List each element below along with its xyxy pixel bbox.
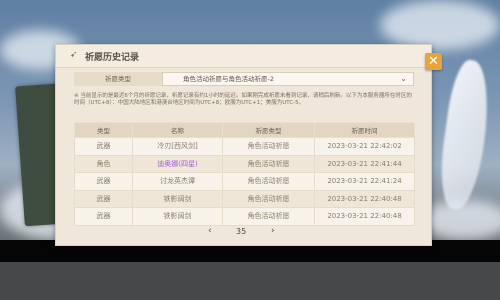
header-time: 祈愿时间 [314, 122, 415, 138]
dropdown-value: 角色活动祈愿与角色活动祈愿-2 [183, 75, 274, 83]
cell-type: 武器 [74, 207, 133, 226]
wish-history-dialog: ➹ 祈愿历史记录 祈愿类型 角色活动祈愿与角色活动祈愿-2 ⌄ ※ 当前显示的是… [55, 44, 432, 246]
wish-type-filter: 祈愿类型 角色活动祈愿与角色活动祈愿-2 ⌄ [74, 72, 414, 86]
table-row: 武器 冷刃[西风剑] 角色活动祈愿 2023-03-21 22:42:02 [74, 137, 415, 156]
header-type: 类型 [74, 122, 133, 138]
cell-type: 武器 [74, 172, 133, 191]
cell-wish-type: 角色活动祈愿 [222, 207, 315, 226]
dialog-title: 祈愿历史记录 [85, 53, 140, 63]
cell-wish-type: 角色活动祈愿 [222, 137, 315, 156]
cell-time: 2023-03-21 22:41:24 [314, 172, 415, 191]
cell-wish-type: 角色活动祈愿 [222, 154, 315, 173]
wish-history-table: 类型 名称 祈愿类型 祈愿时间 武器 冷刃[西风剑] 角色活动祈愿 2023-0… [74, 122, 415, 226]
header-wish-type: 祈愿类型 [222, 122, 315, 138]
chevron-down-icon: ⌄ [400, 74, 407, 83]
cell-wish-type: 角色活动祈愿 [222, 172, 315, 191]
feather-decoration [434, 57, 496, 213]
filter-label: 祈愿类型 [74, 72, 162, 86]
notice-text: ※ 当前显示的是最近6个月的祈愿记录，祈愿记录有约1小时的延迟。如果刚完成祈愿未… [74, 93, 412, 107]
cell-name: 迪奥娜(四星) [132, 154, 223, 173]
next-page-button[interactable]: › [271, 226, 275, 236]
bird-icon: ➹ [70, 50, 78, 60]
page-number: 35 [236, 227, 247, 236]
prev-page-button[interactable]: ‹ [208, 226, 212, 236]
bottom-band [0, 262, 500, 300]
dialog-header: ➹ 祈愿历史记录 [56, 45, 431, 68]
cell-name: 铁影阔剑 [132, 207, 223, 226]
table-row: 武器 铁影阔剑 角色活动祈愿 2023-03-21 22:40:48 [74, 189, 415, 208]
cell-time: 2023-03-21 22:40:48 [314, 189, 415, 208]
table-header-row: 类型 名称 祈愿类型 祈愿时间 [74, 122, 415, 138]
cell-type: 武器 [74, 137, 133, 156]
cell-type: 角色 [74, 154, 133, 173]
cell-wish-type: 角色活动祈愿 [222, 189, 315, 208]
table-row: 武器 讨龙英杰谭 角色活动祈愿 2023-03-21 22:41:24 [74, 172, 415, 191]
header-name: 名称 [132, 122, 223, 138]
pagination: ‹ 35 › [196, 226, 290, 240]
close-icon: ✕ [428, 54, 439, 69]
wish-type-dropdown[interactable]: 角色活动祈愿与角色活动祈愿-2 ⌄ [162, 72, 414, 86]
cell-time: 2023-03-21 22:40:48 [314, 207, 415, 226]
close-button[interactable]: ✕ [425, 53, 442, 70]
table-row: 武器 铁影阔剑 角色活动祈愿 2023-03-21 22:40:48 [74, 207, 415, 226]
cell-name: 铁影阔剑 [132, 189, 223, 208]
cell-name: 讨龙英杰谭 [132, 172, 223, 191]
cell-time: 2023-03-21 22:42:02 [314, 137, 415, 156]
table-row: 角色 迪奥娜(四星) 角色活动祈愿 2023-03-21 22:41:44 [74, 154, 415, 173]
cell-name: 冷刃[西风剑] [132, 137, 223, 156]
cell-type: 武器 [74, 189, 133, 208]
cell-time: 2023-03-21 22:41:44 [314, 154, 415, 173]
